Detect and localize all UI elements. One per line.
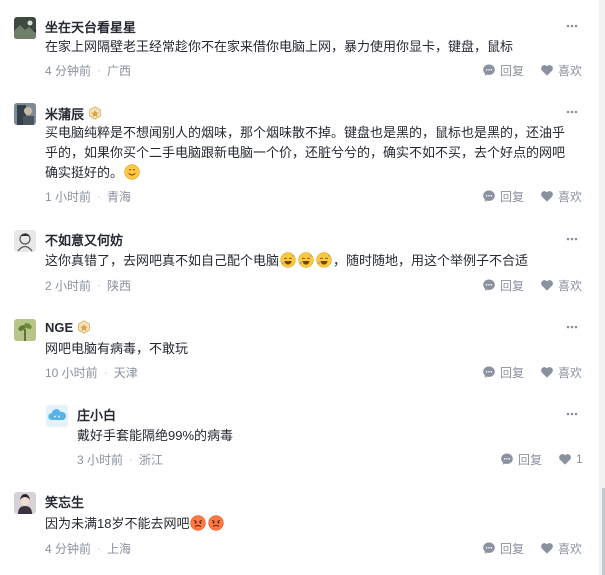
like-count: 1 bbox=[576, 452, 583, 466]
like-button[interactable]: 喜欢 bbox=[540, 187, 582, 205]
comment-bubble-icon bbox=[482, 541, 496, 555]
sweat-laugh-emoji-icon bbox=[298, 252, 314, 268]
comment-bubble-icon bbox=[500, 452, 514, 466]
like-label: 喜欢 bbox=[558, 365, 583, 380]
sweat-laugh-emoji-icon bbox=[280, 252, 296, 268]
comment-bubble-icon bbox=[482, 278, 496, 292]
comment-meta: 2 小时前 · 陕西 bbox=[45, 276, 131, 294]
comment-username[interactable]: 笑忘生 bbox=[45, 492, 84, 510]
avatar-cloud-icon[interactable] bbox=[46, 405, 68, 427]
more-dots-icon[interactable] bbox=[564, 406, 580, 422]
more-dots-icon[interactable] bbox=[564, 319, 580, 335]
comment-text-content: 因为未满18岁不能去网吧 bbox=[45, 516, 190, 531]
like-button[interactable]: 喜欢 bbox=[540, 539, 582, 557]
heart-icon bbox=[540, 365, 554, 379]
comment-meta: 10 小时前 · 天津 bbox=[45, 363, 138, 381]
comment-text: 在家上网隔壁老王经常趁你不在家来借你电脑上网，暴力使用你显卡，键盘，鼠标 bbox=[45, 39, 514, 54]
heart-icon bbox=[558, 452, 572, 466]
comment-bubble-icon bbox=[482, 63, 496, 77]
comment-text: 网吧电脑有病毒，不敢玩 bbox=[45, 341, 189, 356]
comment-time: 2 小时前 bbox=[45, 278, 92, 293]
comment-location: 天津 bbox=[113, 365, 138, 380]
comment-text-after: ，随时随地，用这个举例子不合适 bbox=[333, 253, 529, 268]
heart-icon bbox=[540, 541, 554, 555]
reply-label: 回复 bbox=[500, 365, 525, 380]
comment-time: 4 分钟前 bbox=[45, 541, 92, 556]
avatar-sketch-icon[interactable] bbox=[14, 230, 36, 252]
comment-meta: 4 分钟前 · 上海 bbox=[45, 539, 131, 557]
username-text[interactable]: NGE bbox=[45, 320, 73, 335]
reply-label: 回复 bbox=[500, 63, 525, 78]
comment-username[interactable]: 不如意又何妨 bbox=[45, 230, 123, 248]
username-text[interactable]: 米蒲辰 bbox=[45, 104, 84, 123]
comment-text: 买电脑纯粹是不想闻别人的烟味，那个烟味散不掉。键盘也是黑的，鼠标也是黑的，还油乎… bbox=[45, 123, 575, 183]
comment-text: 因为未满18岁不能去网吧 bbox=[45, 514, 575, 534]
meta-separator: · bbox=[97, 541, 102, 555]
comment-text-content: 买电脑纯粹是不想闻别人的烟味，那个烟味散不掉。键盘也是黑的，鼠标也是黑的，还油乎… bbox=[45, 125, 566, 180]
reply-button[interactable]: 回复 bbox=[482, 363, 524, 381]
like-label: 喜欢 bbox=[558, 278, 583, 293]
comment-username[interactable]: 米蒲辰 bbox=[45, 104, 102, 122]
reply-button[interactable]: 回复 bbox=[482, 276, 524, 294]
reply-label: 回复 bbox=[518, 452, 543, 467]
comment-location: 上海 bbox=[107, 541, 132, 556]
reply-button[interactable]: 回复 bbox=[500, 450, 542, 468]
comment-text-before: 这你真错了，去网吧真不如自己配个电脑 bbox=[45, 253, 280, 268]
comment-meta: 1 小时前 · 青海 bbox=[45, 187, 131, 205]
avatar-portrait-icon[interactable] bbox=[14, 103, 36, 125]
reply-username[interactable]: 庄小白 bbox=[77, 405, 116, 423]
comment-location: 浙江 bbox=[139, 452, 164, 467]
heart-icon bbox=[540, 189, 554, 203]
smile-emoji-icon bbox=[124, 164, 140, 180]
meta-separator: · bbox=[129, 452, 134, 466]
level-badge-icon bbox=[88, 106, 102, 120]
avatar-landscape-icon[interactable] bbox=[14, 17, 36, 39]
comment-time: 4 分钟前 bbox=[45, 63, 92, 78]
reply-button[interactable]: 回复 bbox=[482, 61, 524, 79]
heart-icon bbox=[540, 63, 554, 77]
reply-label: 回复 bbox=[500, 541, 525, 556]
comment-meta: 4 分钟前 · 广西 bbox=[45, 61, 131, 79]
reply-meta: 3 小时前 · 浙江 bbox=[77, 450, 163, 468]
more-dots-icon[interactable] bbox=[564, 231, 580, 247]
more-dots-icon[interactable] bbox=[564, 104, 580, 120]
comment-time: 10 小时前 bbox=[45, 365, 98, 380]
level-badge-icon bbox=[77, 320, 91, 334]
avatar-plant-icon[interactable] bbox=[14, 319, 36, 341]
like-button[interactable]: 1 bbox=[558, 450, 583, 468]
comment-time: 1 小时前 bbox=[45, 189, 92, 204]
comment-bubble-icon bbox=[482, 365, 496, 379]
meta-separator: · bbox=[97, 189, 102, 203]
like-button[interactable]: 喜欢 bbox=[540, 276, 582, 294]
comment-username[interactable]: NGE bbox=[45, 318, 91, 336]
like-label: 喜欢 bbox=[558, 189, 583, 204]
comment-text: 这你真错了，去网吧真不如自己配个电脑 ，随时随地，用这个举例子不合适 bbox=[45, 251, 575, 271]
more-dots-icon[interactable] bbox=[564, 18, 580, 34]
angry-emoji-icon bbox=[208, 515, 224, 531]
like-button[interactable]: 喜欢 bbox=[540, 363, 582, 381]
like-label: 喜欢 bbox=[558, 63, 583, 78]
comment-location: 陕西 bbox=[107, 278, 132, 293]
like-label: 喜欢 bbox=[558, 541, 583, 556]
heart-icon bbox=[540, 278, 554, 292]
reply-button[interactable]: 回复 bbox=[482, 539, 524, 557]
reply-label: 回复 bbox=[500, 189, 525, 204]
angry-emoji-icon bbox=[190, 515, 206, 531]
meta-separator: · bbox=[103, 365, 108, 379]
reply-button[interactable]: 回复 bbox=[482, 187, 524, 205]
avatar-character-icon[interactable] bbox=[14, 492, 36, 514]
comment-time: 3 小时前 bbox=[77, 452, 124, 467]
like-button[interactable]: 喜欢 bbox=[540, 61, 582, 79]
reply-label: 回复 bbox=[500, 278, 525, 293]
comment-bubble-icon bbox=[482, 189, 496, 203]
reply-text: 戴好手套能隔绝99%的病毒 bbox=[77, 428, 234, 443]
comment-username[interactable]: 坐在天台看星星 bbox=[45, 17, 136, 35]
meta-separator: · bbox=[97, 63, 102, 77]
sweat-laugh-emoji-icon bbox=[316, 252, 332, 268]
meta-separator: · bbox=[97, 278, 102, 292]
comment-location: 青海 bbox=[107, 189, 132, 204]
comment-location: 广西 bbox=[107, 63, 132, 78]
